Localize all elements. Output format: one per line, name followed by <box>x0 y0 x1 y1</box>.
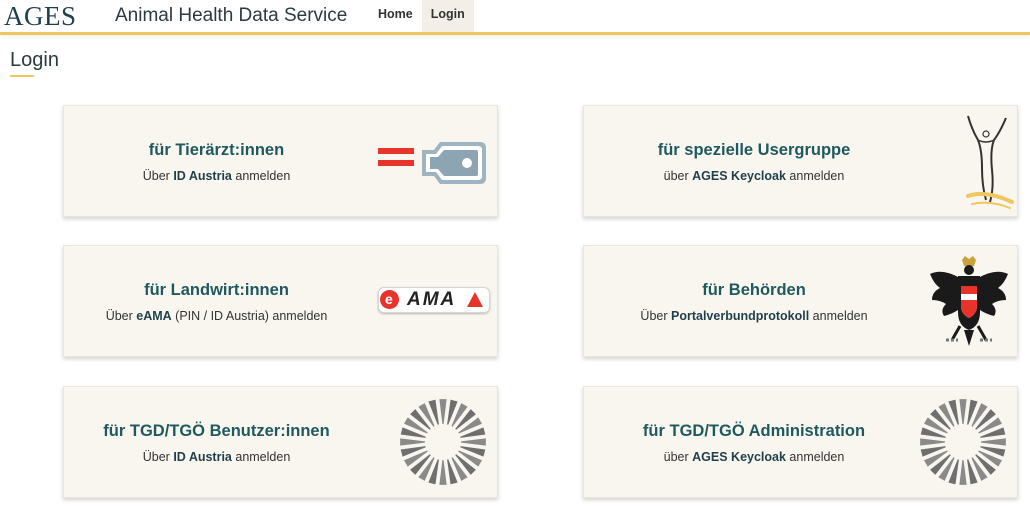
sunburst-icon <box>400 399 486 485</box>
card-text: für Behörden Über Portalverbundprotokoll… <box>584 246 924 356</box>
top-navbar: AGES Animal Health Data Service Home Log… <box>0 0 1030 35</box>
login-card-special-users[interactable]: für spezielle Usergruppe über AGES Keycl… <box>583 105 1018 217</box>
eama-logo-icon: e AMA <box>378 287 490 313</box>
card-subtitle: über AGES Keycloak anmelden <box>663 168 845 183</box>
card-title: für Landwirt:innen <box>144 280 289 299</box>
eama-triangle-icon <box>467 292 483 307</box>
card-subtitle: Über eAMA (PIN / ID Austria) anmelden <box>105 308 328 323</box>
nav-login[interactable]: Login <box>421 0 474 32</box>
card-title: für Behörden <box>702 280 806 299</box>
login-card-authorities[interactable]: für Behörden Über Portalverbundprotokoll… <box>583 245 1018 357</box>
card-subtitle: über AGES Keycloak anmelden <box>663 449 845 464</box>
card-title: für TGD/TGÖ Benutzer:innen <box>103 421 330 440</box>
card-subtitle: Über ID Austria anmelden <box>142 449 291 464</box>
eama-logo-text: AMA <box>407 289 457 310</box>
eama-e-letter: e <box>385 291 393 307</box>
login-card-tgd-admin[interactable]: für TGD/TGÖ Administration über AGES Key… <box>583 386 1018 498</box>
sunburst-icon <box>920 399 1006 485</box>
card-text: für TGD/TGÖ Administration über AGES Key… <box>584 387 924 497</box>
app-title[interactable]: Animal Health Data Service <box>115 5 347 27</box>
card-text: für spezielle Usergruppe über AGES Keycl… <box>584 106 924 216</box>
title-underline <box>10 75 34 77</box>
nav-home[interactable]: Home <box>369 0 422 32</box>
card-title: für TGD/TGÖ Administration <box>642 421 866 440</box>
card-text: für Landwirt:innen Über eAMA (PIN / ID A… <box>64 246 369 356</box>
login-card-farmers[interactable]: für Landwirt:innen Über eAMA (PIN / ID A… <box>63 245 498 357</box>
login-card-vets[interactable]: für Tierärzt:innen Über ID Austria anmel… <box>63 105 498 217</box>
austrian-eagle-icon <box>930 256 1008 346</box>
card-subtitle: Über ID Austria anmelden <box>142 168 291 183</box>
card-subtitle: Über Portalverbundprotokoll anmelden <box>640 308 868 323</box>
ages-logo[interactable]: AGES <box>4 1 77 31</box>
card-title: für Tierärzt:innen <box>148 140 285 159</box>
page-title: Login <box>10 49 59 71</box>
main-nav: Home Login <box>369 0 474 32</box>
card-text: für TGD/TGÖ Benutzer:innen Über ID Austr… <box>64 387 369 497</box>
login-card-tgd-users[interactable]: für TGD/TGÖ Benutzer:innen Über ID Austr… <box>63 386 498 498</box>
card-title: für spezielle Usergruppe <box>657 140 851 159</box>
keycloak-figure-icon <box>966 115 1014 209</box>
id-austria-key-icon <box>378 142 486 184</box>
card-text: für Tierärzt:innen Über ID Austria anmel… <box>64 106 369 216</box>
